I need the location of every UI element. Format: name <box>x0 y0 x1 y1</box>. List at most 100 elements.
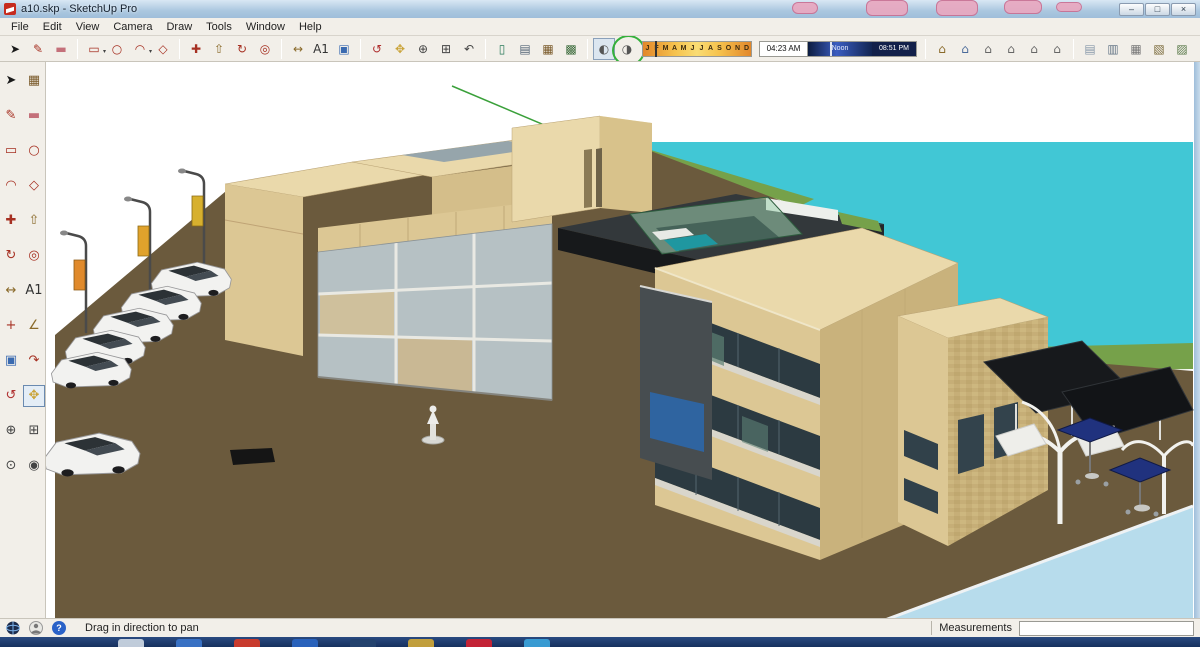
dimension-tool[interactable]: ∠ <box>23 315 45 337</box>
position-camera-tool[interactable]: ⊙ <box>0 455 22 477</box>
look-around-tool[interactable]: ◉ <box>23 455 45 477</box>
face-style-wireframe[interactable]: ▥ <box>1102 38 1124 60</box>
left-toolbar: ➤ ▦ ✎ ▬ ▭ ○ ◠ ◇ ✚ ⇧ ↻ ◎ ↔ A1 + ∠ ▣ ↷ ↺ ✥ ⊕ ⊞ ⊙ ◉ <box>0 62 46 618</box>
line-tool[interactable]: ✎ <box>0 105 22 127</box>
paint-bucket-tool[interactable]: ▣ <box>333 38 355 60</box>
taskbar-app-8[interactable] <box>524 639 550 647</box>
follow-me-tool[interactable]: ↷ <box>23 350 45 372</box>
top-toolbar: ➤✎▬▭▾○◠▾◇✚⇧↻◎↔A1▣↺✥⊕⊞↶▯▤▦▩◐◑JFMAMJJASOND… <box>0 36 1200 62</box>
measurements-input[interactable] <box>1019 620 1194 636</box>
face-style-hidden-line[interactable]: ▦ <box>1125 38 1147 60</box>
month-label: A <box>671 45 678 52</box>
offset-tool[interactable]: ◎ <box>23 245 45 267</box>
minimize-button[interactable]: – <box>1119 2 1144 16</box>
polygon-tool[interactable]: ◇ <box>152 38 174 60</box>
offset-tool[interactable]: ◎ <box>254 38 276 60</box>
zoom-extents-tool[interactable]: ⊞ <box>435 38 457 60</box>
rotate-tool[interactable]: ↻ <box>0 245 22 267</box>
shadow-time-track[interactable]: Noon <box>808 41 872 56</box>
menu-camera[interactable]: Camera <box>106 19 159 35</box>
credits-icon[interactable] <box>29 621 43 635</box>
rectangle-tool[interactable]: ▭ ▾ <box>83 38 106 60</box>
push-pull-tool[interactable]: ⇧ <box>23 210 45 232</box>
style-shaded[interactable]: ▦ <box>537 38 559 60</box>
shadow-time-slider[interactable]: 04:23 AM Noon 08:51 PM <box>759 40 917 57</box>
taskbar-app-5[interactable] <box>350 639 376 647</box>
eraser-tool[interactable]: ▬ <box>23 105 45 127</box>
shadow-time-end-label: 08:51 PM <box>872 41 916 56</box>
select-tool[interactable]: ➤ <box>4 38 26 60</box>
windows-taskbar[interactable] <box>0 637 1200 647</box>
month-slider-handle[interactable] <box>655 40 657 57</box>
section-plane-tool[interactable]: ▯ <box>491 38 513 60</box>
viewport-3d[interactable] <box>46 62 1194 618</box>
menu-help[interactable]: Help <box>292 19 329 35</box>
pan-tool[interactable]: ✥ <box>23 385 45 407</box>
desktop-artifact <box>1056 2 1082 12</box>
tape-measure-tool[interactable]: ↔ <box>0 280 22 302</box>
menu-draw[interactable]: Draw <box>159 19 199 35</box>
make-component-tool[interactable]: ▦ <box>23 70 45 92</box>
view-left[interactable]: ⌂ <box>1046 38 1068 60</box>
menu-view[interactable]: View <box>69 19 107 35</box>
face-style-monochrome[interactable]: ▩ <box>1194 38 1200 60</box>
shadow-time-handle[interactable] <box>829 41 832 56</box>
taskbar-app-6[interactable] <box>408 639 434 647</box>
menu-edit[interactable]: Edit <box>36 19 69 35</box>
face-style-textured[interactable]: ▨ <box>1171 38 1193 60</box>
taskbar-app-2[interactable] <box>176 639 202 647</box>
text-tool[interactable]: A1 <box>310 38 332 60</box>
orbit-tool[interactable]: ↺ <box>0 385 22 407</box>
view-top[interactable]: ⌂ <box>954 38 976 60</box>
taskbar-app-4[interactable] <box>292 639 318 647</box>
line-tool[interactable]: ✎ <box>27 38 49 60</box>
move-tool[interactable]: ✚ <box>185 38 207 60</box>
eraser-tool[interactable]: ▬ <box>50 38 72 60</box>
arc-tool[interactable]: ◠ <box>0 175 22 197</box>
rotate-tool[interactable]: ↻ <box>231 38 253 60</box>
zoom-tool[interactable]: ⊕ <box>0 420 22 442</box>
move-tool[interactable]: ✚ <box>0 210 22 232</box>
push-pull-tool[interactable]: ⇧ <box>208 38 230 60</box>
shadow-date-slider[interactable]: JFMAMJJASOND <box>642 40 752 57</box>
taskbar-app-3[interactable] <box>234 639 260 647</box>
taskbar-app-1[interactable] <box>118 639 144 647</box>
view-iso[interactable]: ⌂ <box>931 38 953 60</box>
view-front[interactable]: ⌂ <box>977 38 999 60</box>
circle-tool[interactable]: ○ <box>106 38 128 60</box>
toolbar-separator <box>179 38 180 59</box>
face-style-shaded[interactable]: ▧ <box>1148 38 1170 60</box>
circle-tool[interactable]: ○ <box>23 140 45 162</box>
text-tool[interactable]: A1 <box>23 280 45 302</box>
style-textured[interactable]: ▩ <box>560 38 582 60</box>
pan-tool[interactable]: ✥ <box>389 38 411 60</box>
axes-tool[interactable]: + <box>0 315 22 337</box>
polygon-tool[interactable]: ◇ <box>23 175 45 197</box>
view-right[interactable]: ⌂ <box>1000 38 1022 60</box>
close-button[interactable]: × <box>1171 2 1196 16</box>
select-tool[interactable]: ➤ <box>0 70 22 92</box>
toolbar-separator <box>925 38 926 59</box>
shadow-settings-button[interactable]: ◐ <box>593 37 615 60</box>
face-style-xray[interactable]: ▤ <box>1079 38 1101 60</box>
view-back[interactable]: ⌂ <box>1023 38 1045 60</box>
zoom-tool[interactable]: ⊕ <box>412 38 434 60</box>
rectangle-tool[interactable]: ▭ <box>0 140 22 162</box>
geolocation-icon[interactable] <box>6 621 20 635</box>
arc-tool[interactable]: ◠ ▾ <box>129 38 152 60</box>
desktop-artifact <box>936 0 978 16</box>
previous-view-tool[interactable]: ↶ <box>458 38 480 60</box>
help-icon[interactable]: ? <box>52 621 66 635</box>
toolbar-separator <box>281 38 282 59</box>
tape-measure-tool[interactable]: ↔ <box>287 38 309 60</box>
orbit-tool[interactable]: ↺ <box>366 38 388 60</box>
zoom-extents-tool[interactable]: ⊞ <box>23 420 45 442</box>
taskbar-app-7[interactable] <box>466 639 492 647</box>
paint-bucket-tool[interactable]: ▣ <box>0 350 22 372</box>
shadow-toggle-button[interactable]: ◑ <box>612 36 645 61</box>
restore-button[interactable]: □ <box>1145 2 1170 16</box>
menu-file[interactable]: File <box>4 19 36 35</box>
menu-window[interactable]: Window <box>239 19 292 35</box>
menu-tools[interactable]: Tools <box>199 19 239 35</box>
style-wireframe[interactable]: ▤ <box>514 38 536 60</box>
